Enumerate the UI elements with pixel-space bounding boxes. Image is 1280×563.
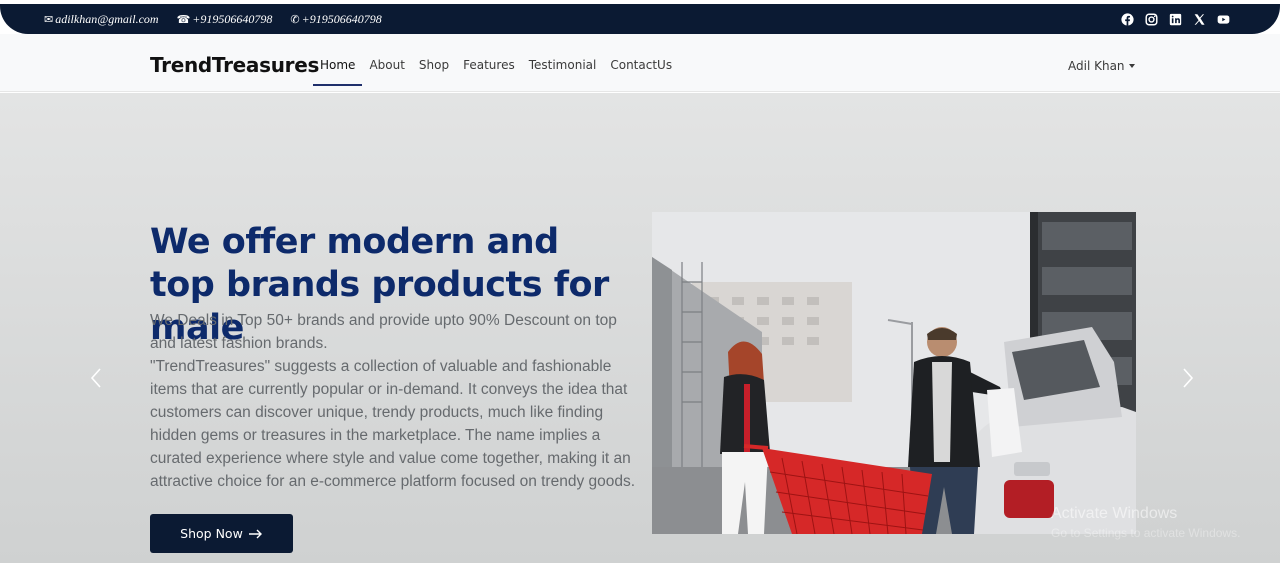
nav-link-contactus[interactable]: ContactUs [603,58,679,86]
youtube-icon[interactable] [1217,13,1230,26]
shop-now-button[interactable]: Shop Now [150,514,293,553]
phone-link[interactable]: ☎ +919506640798 [177,12,273,27]
carousel-prev-button[interactable] [86,366,106,390]
whatsapp-text: +919506640798 [301,11,382,26]
whatsapp-link[interactable]: ✆ +919506640798 [290,12,381,27]
brand-logo[interactable]: TrendTreasures [150,53,319,77]
user-name: Adil Khan [1068,59,1125,73]
phone-icon: ☎ [176,13,191,26]
top-contact-bar: ✉ adilkhan@gmail.com ☎ +919506640798 ✆ +… [0,4,1280,34]
nav-links: Home About Shop Features Testimonial Con… [313,58,679,86]
arrow-right-icon [248,529,263,539]
whatsapp-icon: ✆ [290,13,300,26]
watermark-title: Activate Windows [1051,505,1178,522]
chevron-left-icon [90,368,101,388]
hero-image-shopping-couple [652,212,1136,534]
watermark-subtitle: Go to Settings to activate Windows. [1051,526,1241,540]
activate-windows-watermark: Activate Windows Go to Settings to activ… [1051,505,1240,540]
nav-link-shop[interactable]: Shop [412,58,456,86]
nav-link-home[interactable]: Home [313,58,363,86]
facebook-icon[interactable] [1121,12,1134,26]
hero-description: We Deals in Top 50+ brands and provide u… [150,309,640,493]
carousel-next-button[interactable] [1178,366,1198,390]
nav-link-features[interactable]: Features [456,58,522,86]
envelope-icon: ✉ [44,13,54,26]
phone-text: +919506640798 [192,11,273,26]
chevron-right-icon [1183,368,1194,388]
social-links [1121,12,1236,26]
caret-down-icon [1128,64,1135,68]
instagram-icon[interactable] [1145,12,1158,26]
email-text: adilkhan@gmail.com [55,11,159,26]
hero-carousel: We offer modern and top brands products … [0,93,1280,563]
shop-now-label: Shop Now [180,526,243,541]
contact-info: ✉ adilkhan@gmail.com ☎ +919506640798 ✆ +… [44,12,382,27]
user-dropdown[interactable]: Adil Khan [1068,59,1135,73]
linkedin-icon[interactable] [1169,13,1182,26]
email-link[interactable]: ✉ adilkhan@gmail.com [44,12,159,27]
nav-link-about[interactable]: About [362,58,411,86]
hero-paragraph-1: We Deals in Top 50+ brands and provide u… [150,312,617,352]
hero-paragraph-2: "TrendTreasures" suggests a collection o… [150,358,636,490]
x-icon[interactable] [1193,13,1206,26]
nav-link-testimonial[interactable]: Testimonial [522,58,604,86]
main-navbar: TrendTreasures Home About Shop Features … [0,34,1280,92]
